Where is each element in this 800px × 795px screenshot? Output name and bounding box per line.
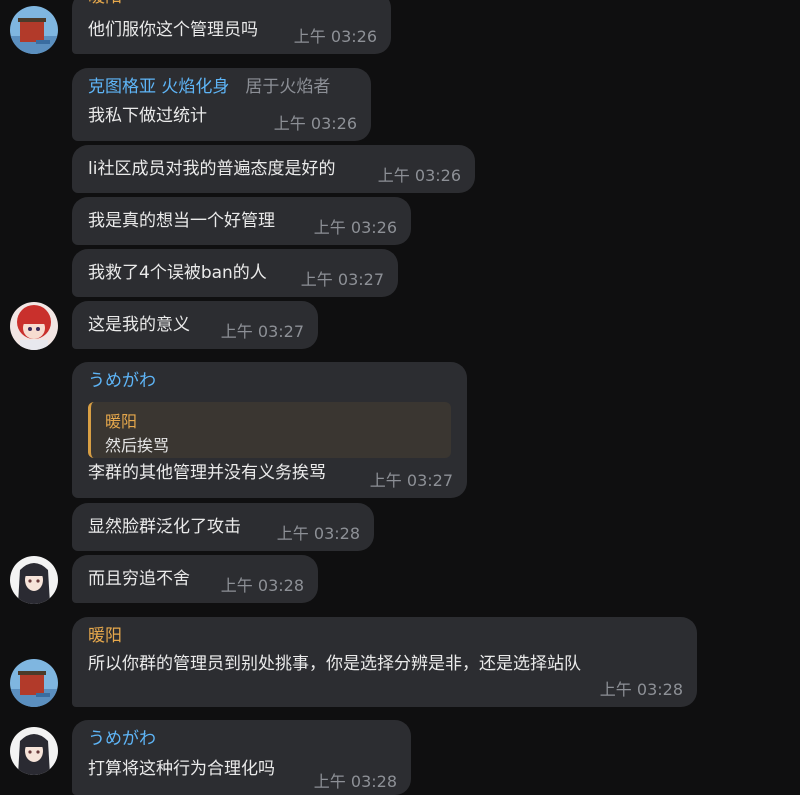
- reply-quote[interactable]: 暖阳 然后挨骂: [88, 402, 451, 458]
- message-text: 显然脸群泛化了攻击: [88, 517, 241, 537]
- reply-sender: 暖阳: [105, 412, 138, 431]
- message-bubble[interactable]: うめがわ 打算将这种行为合理化吗 上午 03:28: [72, 720, 411, 795]
- message-text: 这是我的意义: [88, 315, 190, 335]
- member-title-badge: 居于火焰者: [245, 77, 331, 97]
- message-bubble[interactable]: 我是真的想当一个好管理 上午 03:26: [72, 197, 411, 245]
- message-time: 上午 03:28: [220, 576, 304, 595]
- anime-red-hair-avatar-icon[interactable]: [10, 302, 58, 350]
- anime-dark-hair-avatar-icon[interactable]: [10, 556, 58, 604]
- sender-name[interactable]: 暖阳: [88, 625, 122, 647]
- message-bubble[interactable]: li社区成员对我的普遍态度是好的 上午 03:26: [72, 145, 475, 193]
- anime-dark-hair-avatar-icon[interactable]: [10, 727, 58, 775]
- message-bubble[interactable]: 显然脸群泛化了攻击 上午 03:28: [72, 503, 374, 551]
- sender-name[interactable]: うめがわ: [88, 370, 156, 392]
- message-time: 上午 03:26: [273, 114, 357, 133]
- sender-name[interactable]: 暖阳: [88, 0, 122, 8]
- message-time: 上午 03:27: [220, 322, 304, 341]
- message-bubble[interactable]: 这是我的意义 上午 03:27: [72, 301, 318, 349]
- message-bubble[interactable]: 暖阳 所以你群的管理员到别处挑事，你是选择分辨是非，还是选择站队 上午 03:2…: [72, 617, 697, 707]
- message-text: 我是真的想当一个好管理: [88, 211, 275, 231]
- message-time: 上午 03:27: [369, 471, 453, 490]
- message-time: 上午 03:26: [293, 27, 377, 46]
- reply-text: 然后挨骂: [105, 436, 170, 455]
- message-text: 我救了4个误被ban的人: [88, 263, 267, 283]
- message-text: li社区成员对我的普遍态度是好的: [88, 159, 336, 179]
- message-text: 他们服你这个管理员吗: [88, 20, 258, 40]
- message-text: 而且穷追不舍: [88, 569, 190, 589]
- message-text: 我私下做过统计: [88, 106, 207, 126]
- message-time: 上午 03:27: [300, 270, 384, 289]
- message-bubble[interactable]: 我救了4个误被ban的人 上午 03:27: [72, 249, 398, 297]
- temple-avatar-icon[interactable]: [10, 6, 58, 54]
- message-bubble[interactable]: 暖阳 他们服你这个管理员吗 上午 03:26: [72, 0, 391, 54]
- message-bubble[interactable]: 克图格亚 火焰化身 居于火焰者 我私下做过统计 上午 03:26: [72, 68, 371, 141]
- message-bubble[interactable]: 而且穷追不舍 上午 03:28: [72, 555, 318, 603]
- message-text: 李群的其他管理并没有义务挨骂: [88, 463, 326, 483]
- message-bubble[interactable]: うめがわ 暖阳 然后挨骂 李群的其他管理并没有义务挨骂 上午 03:27: [72, 362, 467, 498]
- message-time: 上午 03:26: [313, 218, 397, 237]
- sender-name[interactable]: うめがわ: [88, 728, 156, 750]
- message-text: 打算将这种行为合理化吗: [88, 759, 275, 779]
- message-time: 上午 03:28: [599, 680, 683, 699]
- message-text: 所以你群的管理员到别处挑事，你是选择分辨是非，还是选择站队: [88, 654, 581, 674]
- sender-name[interactable]: 克图格亚 火焰化身 居于火焰者: [88, 76, 330, 98]
- message-time: 上午 03:28: [313, 772, 397, 791]
- message-time: 上午 03:28: [276, 524, 360, 543]
- temple-avatar-icon[interactable]: [10, 659, 58, 707]
- message-time: 上午 03:26: [377, 166, 461, 185]
